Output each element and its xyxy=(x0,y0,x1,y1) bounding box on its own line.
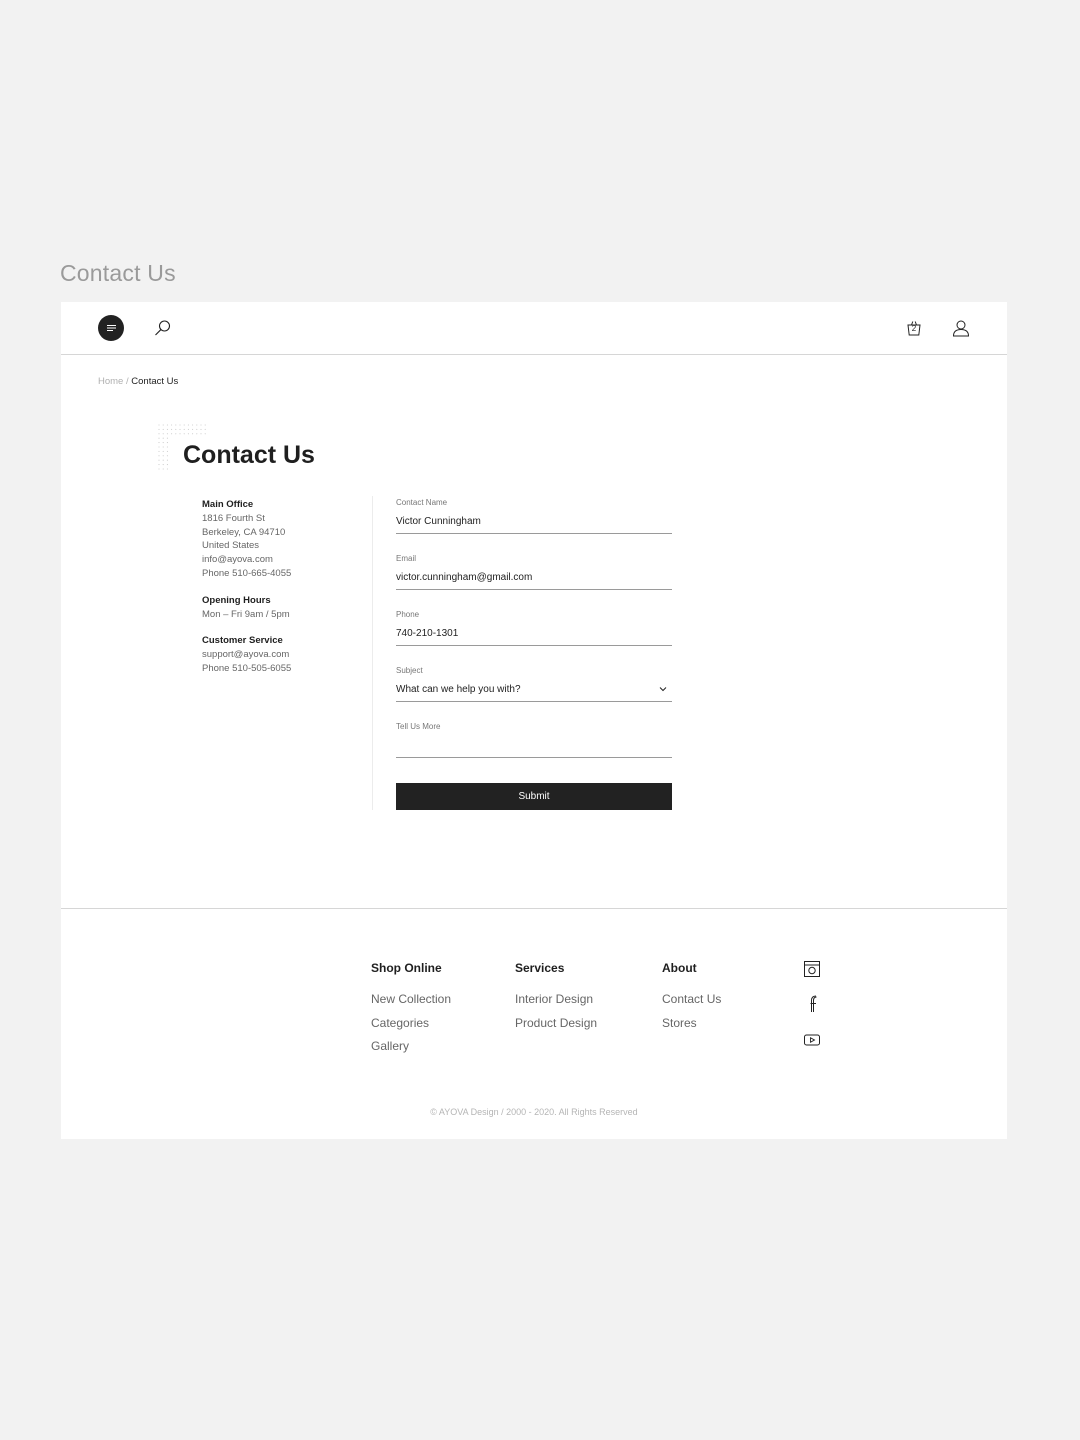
subject-select[interactable]: Subject What can we help you with? xyxy=(396,666,672,702)
cart-button[interactable]: 2 xyxy=(905,319,923,337)
main-office-phone: Phone 510-665-4055 xyxy=(202,567,292,579)
footer-divider xyxy=(61,908,1007,909)
customer-service-heading: Customer Service xyxy=(202,635,283,647)
breadcrumb-home-link[interactable]: Home xyxy=(98,376,123,387)
subject-label: Subject xyxy=(396,666,423,675)
breadcrumb-current: Contact Us xyxy=(131,376,179,387)
email-input[interactable]: victor.cunningham@gmail.com xyxy=(396,572,532,583)
footer-column-about: About Contact Us Stores xyxy=(662,961,721,1035)
main-office-email: info@ayova.com xyxy=(202,554,273,566)
phone-input[interactable]: 740-210-1301 xyxy=(396,628,458,639)
menu-button[interactable] xyxy=(98,315,124,341)
opening-hours-block: Opening Hours Mon – Fri 9am / 5pm xyxy=(202,594,362,622)
main-office-heading: Main Office xyxy=(202,499,254,510)
footer-column-title: About xyxy=(662,961,697,975)
opening-hours-heading: Opening Hours xyxy=(202,594,271,606)
message-field[interactable]: Tell Us More xyxy=(396,722,672,758)
footer-link-stores[interactable]: Stores xyxy=(662,1012,721,1036)
top-nav-bar: 2 xyxy=(61,302,1007,355)
subject-selected-value[interactable]: What can we help you with? xyxy=(396,684,521,695)
youtube-icon[interactable] xyxy=(803,1031,821,1049)
main-office-address-line: Berkeley, CA 94710 xyxy=(202,526,286,538)
footer-link-new-collection[interactable]: New Collection xyxy=(371,988,451,1012)
page-label: Contact Us xyxy=(60,260,176,286)
footer-link-gallery[interactable]: Gallery xyxy=(371,1035,451,1059)
customer-service-phone: Phone 510-505-6055 xyxy=(202,662,292,674)
main-office-address-line: United States xyxy=(202,540,260,552)
email-field[interactable]: Email victor.cunningham@gmail.com xyxy=(396,554,672,590)
footer-column-services: Services Interior Design Product Design xyxy=(515,961,597,1035)
footer-column-title: Services xyxy=(515,961,565,975)
menu-icon xyxy=(106,325,116,331)
footer-link-categories[interactable]: Categories xyxy=(371,1012,451,1036)
instagram-icon[interactable] xyxy=(803,960,821,978)
footer-column-title: Shop Online xyxy=(371,961,442,975)
contact-name-input[interactable]: Victor Cunningham xyxy=(396,516,481,527)
column-divider xyxy=(372,496,373,810)
cart-count-badge: 2 xyxy=(911,324,917,333)
footer-link-contact-us[interactable]: Contact Us xyxy=(662,988,721,1012)
contact-info: Main Office 1816 Fourth St Berkeley, CA … xyxy=(202,498,362,689)
footer-link-interior-design[interactable]: Interior Design xyxy=(515,988,597,1012)
breadcrumb: Home / Contact Us xyxy=(98,376,178,387)
phone-field[interactable]: Phone 740-210-1301 xyxy=(396,610,672,646)
main-office-address-line: 1816 Fourth St xyxy=(202,512,265,524)
user-icon[interactable] xyxy=(952,319,970,337)
email-label: Email xyxy=(396,554,417,563)
customer-service-block: Customer Service support@ayova.com Phone… xyxy=(202,634,362,675)
page-frame: 2 Home / Contact Us Contact Us Main Offi… xyxy=(61,302,1007,1139)
breadcrumb-separator: / xyxy=(125,376,129,387)
copyright-text: © AYOVA Design / 2000 - 2020. All Rights… xyxy=(430,1107,638,1117)
message-label: Tell Us More xyxy=(396,722,441,731)
footer-link-product-design[interactable]: Product Design xyxy=(515,1012,597,1036)
opening-hours-line: Mon – Fri 9am / 5pm xyxy=(202,608,290,620)
customer-service-email: support@ayova.com xyxy=(202,649,290,661)
contact-name-label: Contact Name xyxy=(396,498,448,507)
contact-name-field[interactable]: Contact Name Victor Cunningham xyxy=(396,498,672,534)
phone-label: Phone xyxy=(396,610,420,619)
footer-column-shop-online: Shop Online New Collection Categories Ga… xyxy=(371,961,451,1059)
main-office-block: Main Office 1816 Fourth St Berkeley, CA … xyxy=(202,498,362,581)
submit-button[interactable]: Submit xyxy=(396,783,672,810)
facebook-icon[interactable] xyxy=(803,995,821,1013)
search-icon[interactable] xyxy=(154,319,172,337)
chevron-down-icon[interactable] xyxy=(659,686,667,692)
page-title: Contact Us xyxy=(183,441,315,469)
